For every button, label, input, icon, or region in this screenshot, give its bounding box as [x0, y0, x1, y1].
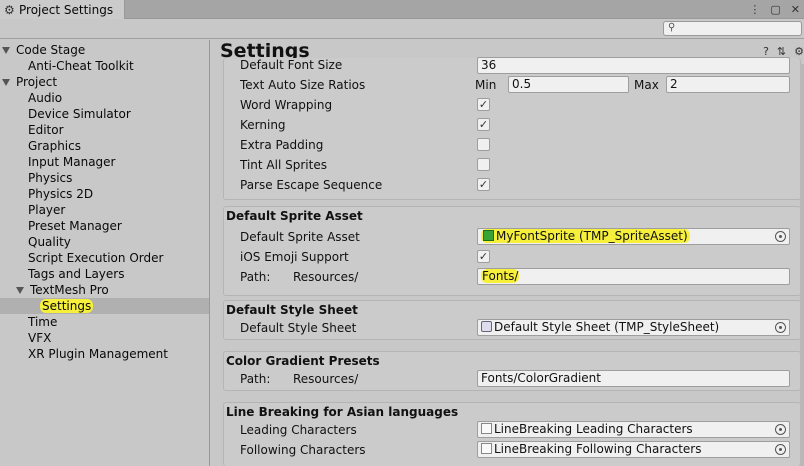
min-field[interactable]: 0.5 [508, 76, 629, 93]
default-font-size-label: Default Font Size [240, 58, 343, 72]
sidebar-item-graphics[interactable]: Graphics [0, 138, 209, 154]
tab-project-settings[interactable]: ⚙ Project Settings [0, 0, 125, 19]
sidebar-item-editor[interactable]: Editor [0, 122, 209, 138]
object-picker-icon[interactable] [775, 231, 786, 242]
sidebar-item-xr-plugin-management[interactable]: XR Plugin Management [0, 346, 209, 362]
tint-all-sprites-checkbox[interactable] [477, 158, 490, 171]
default-style-sheet-label: Default Style Sheet [240, 321, 357, 335]
expand-arrow-icon[interactable] [16, 286, 24, 294]
kerning-checkbox[interactable]: ✓ [477, 118, 490, 131]
leading-characters-value: LineBreaking Leading Characters [494, 422, 693, 436]
expand-arrow-icon[interactable] [2, 78, 10, 86]
sidebar-item-audio[interactable]: Audio [0, 90, 209, 106]
maximize-icon[interactable]: ▢ [770, 3, 780, 16]
sprite-path-value: Fonts/ [481, 269, 520, 283]
gear-icon: ⚙ [4, 2, 15, 17]
sidebar-item-code-stage[interactable]: Code Stage [0, 42, 209, 58]
following-characters-value: LineBreaking Following Characters [494, 442, 702, 456]
extra-padding-label: Extra Padding [240, 138, 324, 152]
leading-characters-label: Leading Characters [240, 423, 357, 437]
sidebar-item-quality[interactable]: Quality [0, 234, 209, 250]
settings-sidebar: Code Stage Anti-Cheat Toolkit Project Au… [0, 40, 210, 466]
sidebar-item-project[interactable]: Project [0, 74, 209, 90]
sprite-asset-group-title: Default Sprite Asset [226, 209, 363, 223]
max-field[interactable]: 2 [666, 76, 790, 93]
content-scrollbar[interactable] [800, 64, 804, 466]
style-sheet-group: Default Style Sheet Default Style Sheet … [223, 300, 801, 340]
text-asset-icon [481, 443, 492, 454]
word-wrapping-label: Word Wrapping [240, 98, 333, 112]
sprite-path-prefix: Resources/ [293, 270, 359, 284]
sidebar-item-device-simulator[interactable]: Device Simulator [0, 106, 209, 122]
close-icon[interactable]: ✕ [791, 3, 800, 16]
sidebar-item-time[interactable]: Time [0, 314, 209, 330]
tab-title: Project Settings [19, 2, 114, 17]
sprite-asset-icon [483, 230, 494, 241]
sidebar-item-physics[interactable]: Physics [0, 170, 209, 186]
object-picker-icon[interactable] [775, 444, 786, 455]
settings-content: Settings ? ⇅ ⚙ Default Font Size 36 Text… [211, 40, 804, 466]
style-sheet-group-title: Default Style Sheet [226, 303, 358, 317]
line-breaking-group-title: Line Breaking for Asian languages [226, 405, 459, 419]
kerning-label: Kerning [240, 118, 286, 132]
extra-padding-checkbox[interactable] [477, 138, 490, 151]
color-gradient-group: Color Gradient Presets Path: Resources/ … [223, 351, 801, 391]
tint-all-sprites-label: Tint All Sprites [240, 158, 327, 172]
sidebar-item-script-execution-order[interactable]: Script Execution Order [0, 250, 209, 266]
style-sheet-value: Default Style Sheet (TMP_StyleSheet) [494, 320, 720, 334]
max-label: Max [634, 78, 659, 92]
sidebar-item-vfx[interactable]: VFX [0, 330, 209, 346]
sidebar-item-settings[interactable]: Settings [0, 298, 209, 314]
following-characters-field[interactable]: LineBreaking Following Characters [477, 441, 790, 458]
min-label: Min [475, 78, 497, 92]
object-picker-icon[interactable] [775, 424, 786, 435]
leading-characters-field[interactable]: LineBreaking Leading Characters [477, 421, 790, 438]
sidebar-item-textmesh-pro[interactable]: TextMesh Pro [0, 282, 209, 298]
gradient-path-field[interactable]: Fonts/ColorGradient [477, 370, 790, 387]
default-sprite-asset-label: Default Sprite Asset [240, 230, 360, 244]
expand-arrow-icon[interactable] [2, 46, 10, 54]
style-sheet-icon [481, 321, 492, 332]
sidebar-item-input-manager[interactable]: Input Manager [0, 154, 209, 170]
search-input[interactable]: ⚲ [663, 21, 802, 36]
word-wrapping-checkbox[interactable]: ✓ [477, 98, 490, 111]
window-titlebar: ⚙ Project Settings ⋮ ▢ ✕ [0, 0, 804, 19]
kebab-icon[interactable]: ⋮ [749, 3, 760, 16]
color-gradient-group-title: Color Gradient Presets [226, 354, 380, 368]
sidebar-item-anti-cheat-toolkit[interactable]: Anti-Cheat Toolkit [0, 58, 209, 74]
gradient-path-prefix: Resources/ [293, 372, 359, 386]
ios-emoji-label: iOS Emoji Support [240, 250, 349, 264]
search-icon: ⚲ [668, 22, 676, 33]
object-picker-icon[interactable] [775, 322, 786, 333]
sidebar-item-player[interactable]: Player [0, 202, 209, 218]
parse-escape-checkbox[interactable]: ✓ [477, 178, 490, 191]
text-asset-icon [481, 423, 492, 434]
sidebar-item-label: Settings [40, 299, 94, 313]
sidebar-item-physics-2d[interactable]: Physics 2D [0, 186, 209, 202]
following-characters-label: Following Characters [240, 443, 366, 457]
settings-group: Default Font Size 36 Text Auto Size Rati… [223, 57, 801, 200]
sprite-asset-group: Default Sprite Asset Default Sprite Asse… [223, 206, 801, 296]
default-sprite-asset-field[interactable]: MyFontSprite (TMP_SpriteAsset) [477, 228, 790, 245]
sidebar-item-preset-manager[interactable]: Preset Manager [0, 218, 209, 234]
ios-emoji-checkbox[interactable]: ✓ [477, 250, 490, 263]
gradient-path-label: Path: [240, 372, 271, 386]
gear-icon[interactable]: ⚙ [794, 45, 804, 58]
sprite-path-field[interactable]: Fonts/ [477, 268, 790, 285]
auto-size-label: Text Auto Size Ratios [240, 78, 366, 92]
search-bar: ⚲ [0, 19, 804, 39]
parse-escape-label: Parse Escape Sequence [240, 178, 383, 192]
default-font-size-field[interactable]: 36 [477, 57, 790, 74]
sprite-asset-value: MyFontSprite (TMP_SpriteAsset) [496, 229, 688, 243]
line-breaking-group: Line Breaking for Asian languages Leadin… [223, 402, 801, 466]
default-style-sheet-field[interactable]: Default Style Sheet (TMP_StyleSheet) [477, 319, 790, 336]
sidebar-item-tags-and-layers[interactable]: Tags and Layers [0, 266, 209, 282]
sprite-path-label: Path: [240, 270, 271, 284]
